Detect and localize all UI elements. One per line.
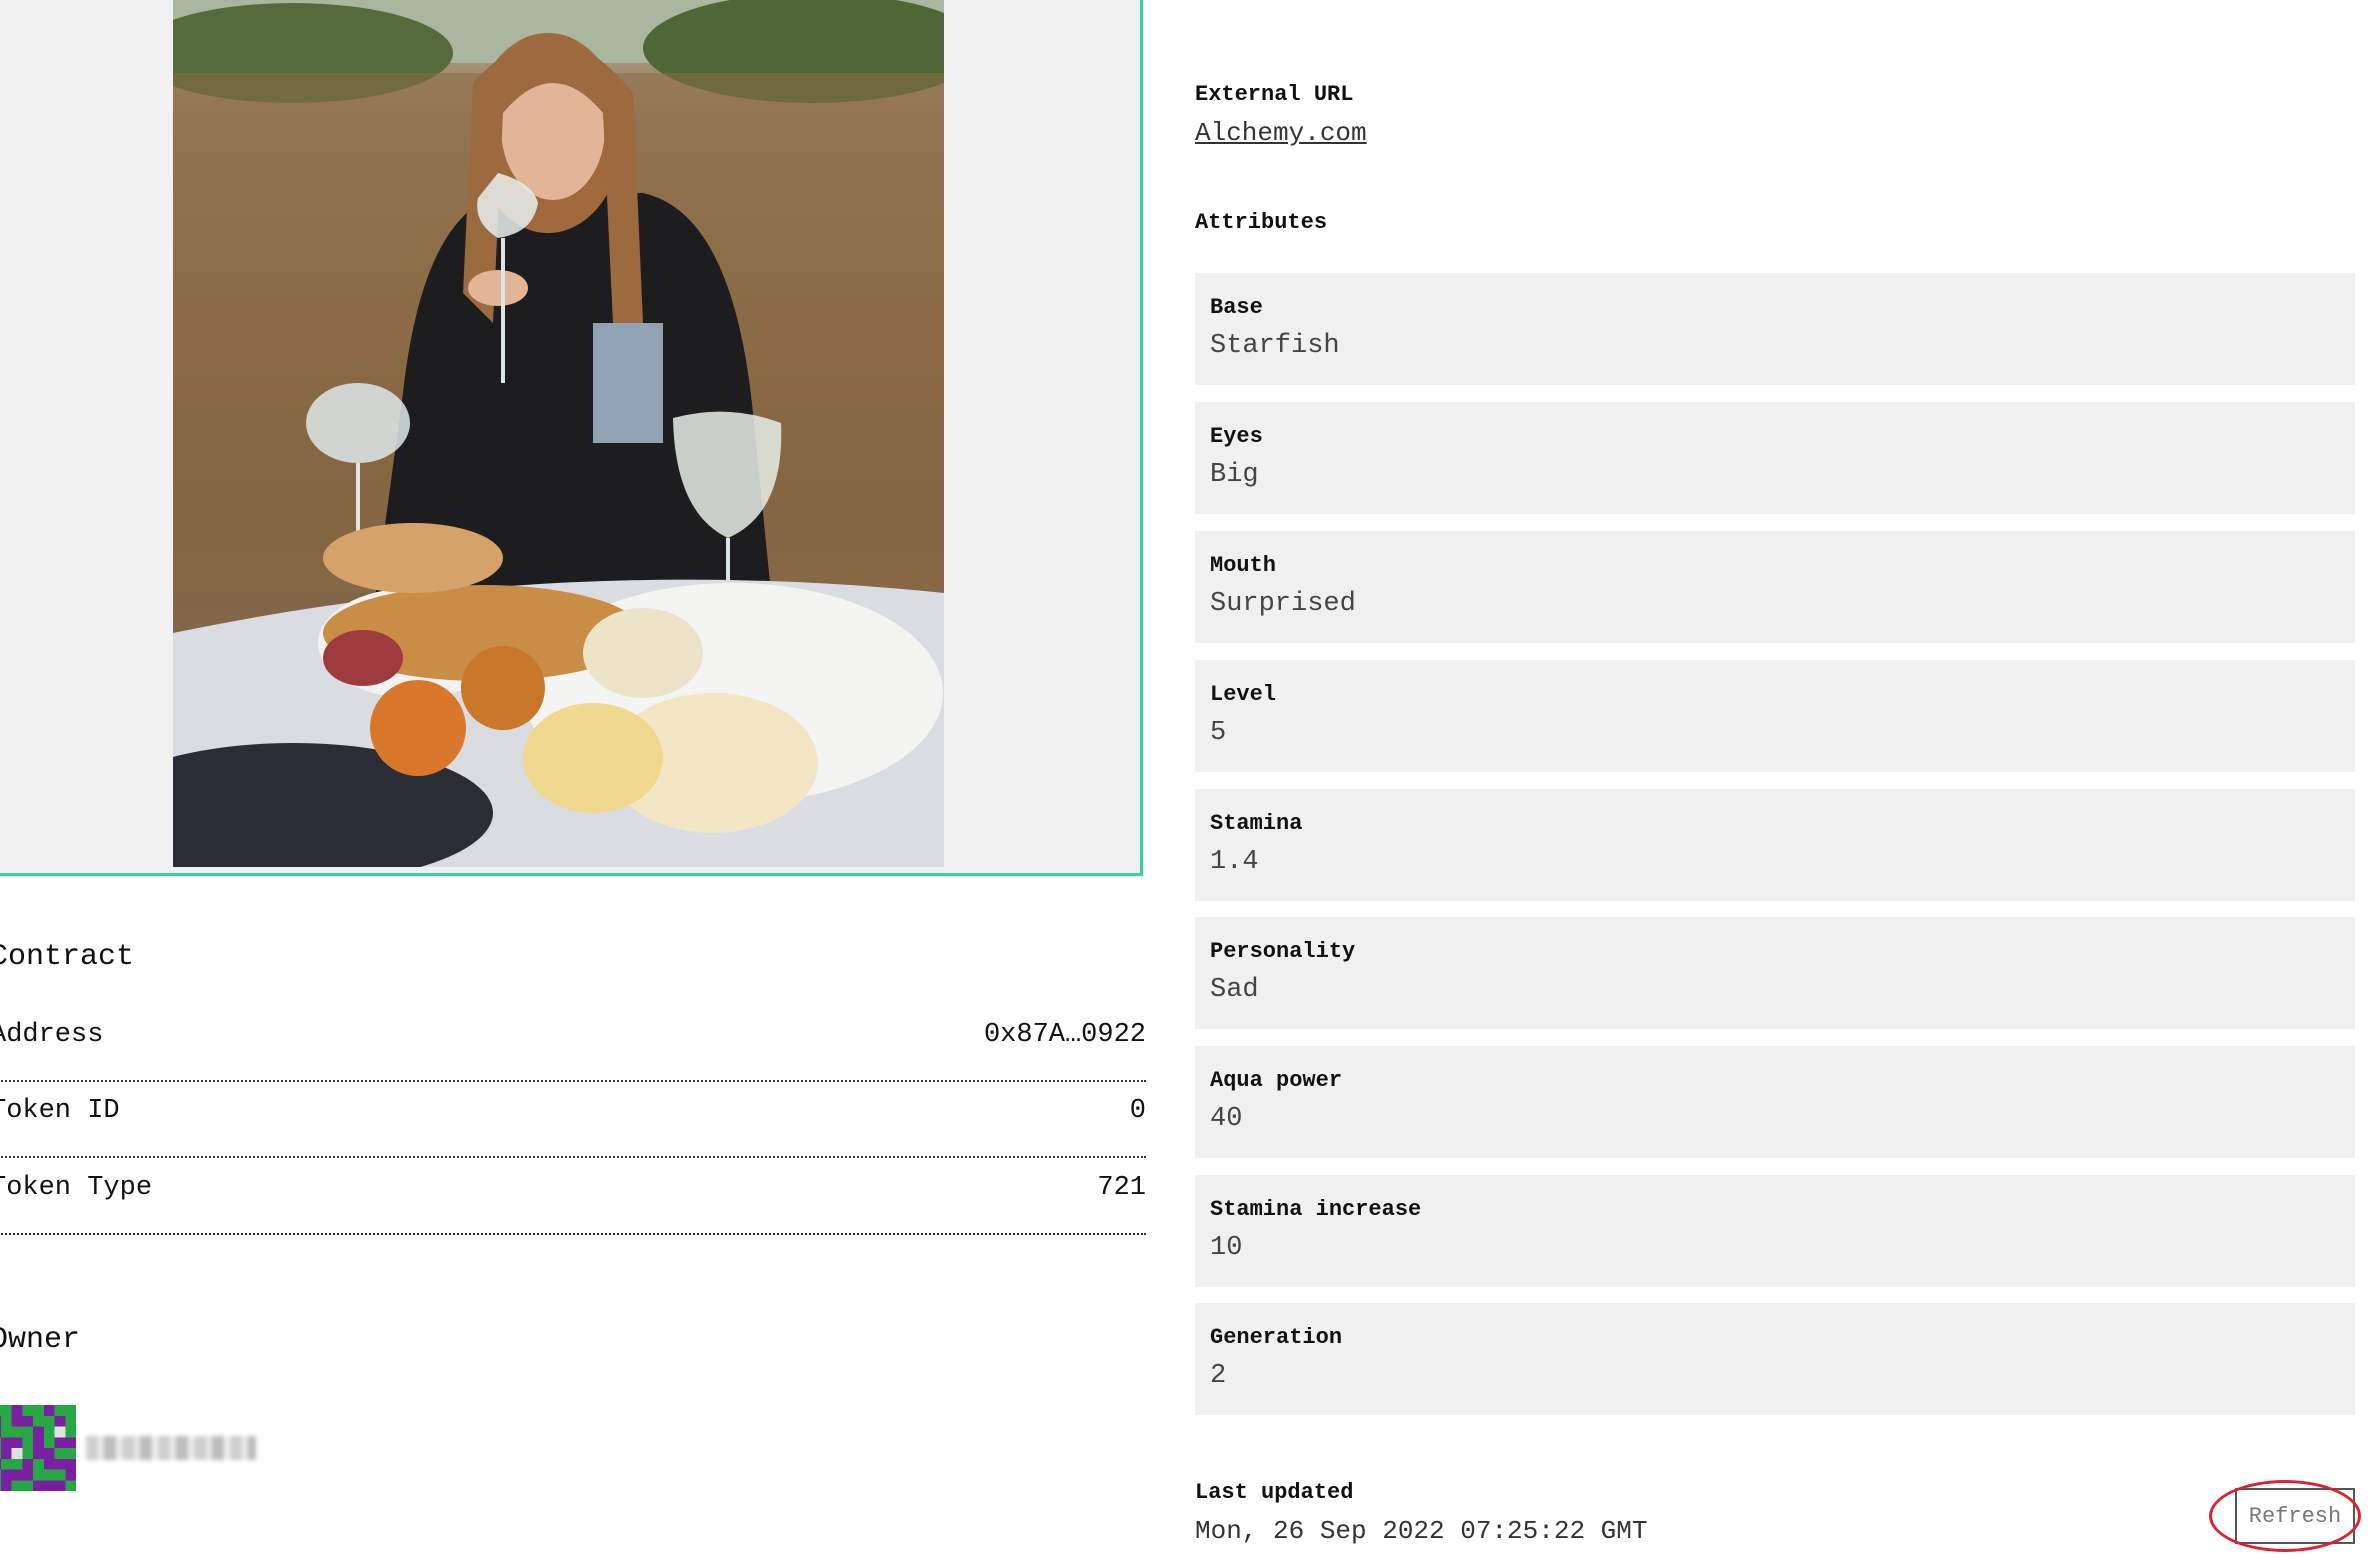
attribute-value: Starfish <box>1210 331 1340 361</box>
attribute-type: Level <box>1210 682 1277 707</box>
attribute-value: 1.4 <box>1210 847 1259 877</box>
owner-title: Owner <box>0 1323 81 1357</box>
address-label: Address <box>0 1020 104 1050</box>
attribute-card: Personality Sad <box>1195 917 2355 1029</box>
token-type-value: 721 <box>1097 1173 1146 1203</box>
attributes-title: Attributes <box>1195 210 1328 235</box>
attribute-type: Stamina increase <box>1210 1197 1422 1222</box>
nft-image-illustration <box>173 0 944 867</box>
attribute-type: Mouth <box>1210 553 1277 578</box>
attribute-type: Aqua power <box>1210 1068 1343 1093</box>
last-updated-value: Mon, 26 Sep 2022 07:25:22 GMT <box>1195 1516 1648 1546</box>
attribute-card: Stamina 1.4 <box>1195 789 2355 901</box>
attribute-value: 10 <box>1210 1233 1243 1263</box>
attribute-value: 40 <box>1210 1104 1243 1134</box>
attribute-value: 5 <box>1210 718 1227 748</box>
attribute-card: Level 5 <box>1195 660 2355 772</box>
external-url-link[interactable]: Alchemy.com <box>1195 118 1367 148</box>
token-type-label: Token Type <box>0 1173 153 1203</box>
attribute-card: Aqua power 40 <box>1195 1046 2355 1158</box>
attribute-type: Base <box>1210 295 1263 320</box>
attribute-value: 2 <box>1210 1361 1227 1391</box>
token-id-label: Token ID <box>0 1096 120 1126</box>
owner-address-redacted[interactable] <box>86 1436 256 1460</box>
contract-title: Contract <box>0 940 135 974</box>
attribute-type: Personality <box>1210 939 1356 964</box>
token-id-value: 0 <box>1129 1096 1146 1126</box>
attribute-type: Stamina <box>1210 811 1303 836</box>
address-value: 0x87A…0922 <box>983 1020 1146 1050</box>
attribute-card: Stamina increase 10 <box>1195 1175 2355 1287</box>
nft-image <box>173 0 944 867</box>
contract-row-token-type: Token Type 721 <box>0 1159 1146 1235</box>
contract-row-address: Address 0x87A…0922 <box>0 1006 1146 1082</box>
attribute-card: Mouth Surprised <box>1195 531 2355 643</box>
attribute-value: Big <box>1210 460 1259 490</box>
attribute-card: Eyes Big <box>1195 402 2355 514</box>
external-url-label: External URL <box>1195 82 1354 107</box>
attribute-value: Surprised <box>1210 589 1356 619</box>
nft-image-frame <box>0 0 1143 876</box>
owner-avatar[interactable] <box>0 1405 76 1491</box>
attribute-card: Generation 2 <box>1195 1303 2355 1415</box>
last-updated-label: Last updated <box>1195 1480 1354 1505</box>
attribute-type: Eyes <box>1210 424 1263 449</box>
attribute-value: Sad <box>1210 975 1259 1005</box>
contract-row-token-id: Token ID 0 <box>0 1082 1146 1158</box>
attribute-type: Generation <box>1210 1325 1343 1350</box>
attribute-card: Base Starfish <box>1195 273 2355 385</box>
identicon-icon <box>0 1405 76 1491</box>
highlight-circle <box>2209 1480 2361 1552</box>
